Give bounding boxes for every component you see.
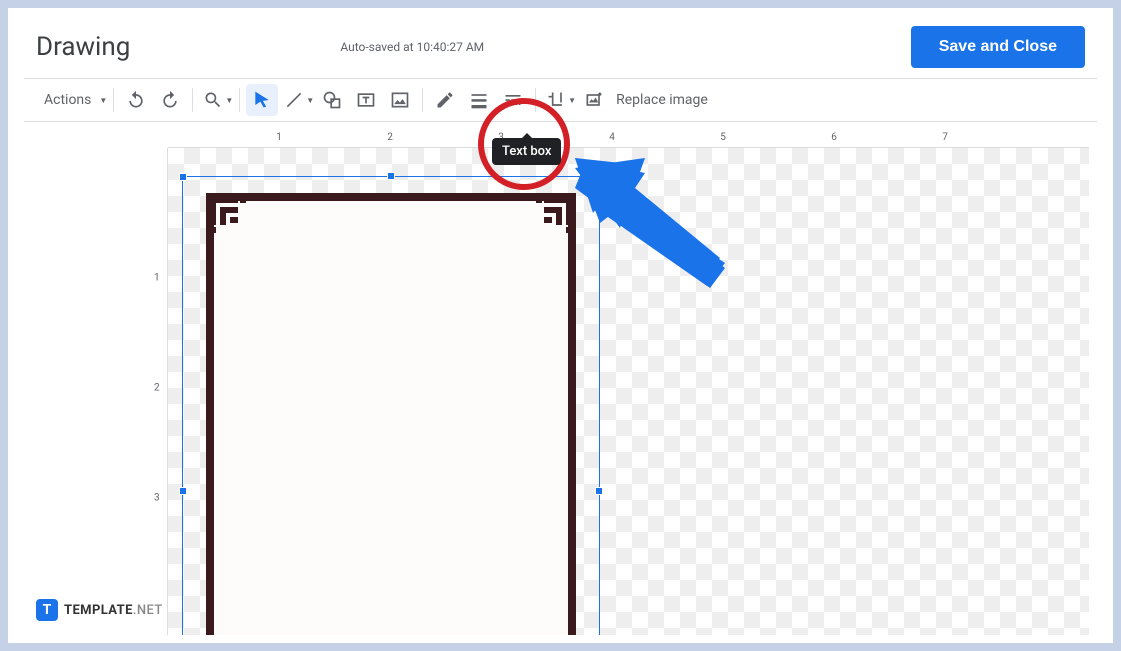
textbox-icon bbox=[356, 90, 376, 110]
image-tool-button[interactable] bbox=[384, 84, 416, 116]
shape-icon bbox=[322, 90, 342, 110]
line-icon bbox=[284, 90, 304, 110]
watermark-brand: TEMPLATE bbox=[64, 603, 133, 618]
resize-handle-tm[interactable] bbox=[387, 172, 395, 180]
textbox-tool-button[interactable] bbox=[350, 84, 382, 116]
chevron-down-icon: ▼ bbox=[99, 96, 107, 105]
ruler-tick: 1 bbox=[276, 132, 282, 143]
ruler-tick: 7 bbox=[942, 132, 948, 143]
ruler-tick: 4 bbox=[609, 132, 615, 143]
frame-corner-ornament bbox=[210, 197, 254, 241]
inserted-border-frame-image[interactable] bbox=[206, 193, 576, 635]
toolbar-separator bbox=[113, 88, 114, 112]
horizontal-ruler: 1 2 3 4 5 6 7 bbox=[168, 130, 1089, 148]
select-tool-button[interactable] bbox=[246, 84, 278, 116]
undo-icon bbox=[126, 90, 146, 110]
redo-button[interactable] bbox=[154, 84, 186, 116]
ruler-tick: 6 bbox=[831, 132, 837, 143]
border-color-button[interactable] bbox=[429, 84, 461, 116]
watermark-tld: .NET bbox=[133, 603, 163, 618]
reset-image-button[interactable] bbox=[578, 84, 610, 116]
resize-handle-tl[interactable] bbox=[179, 173, 187, 181]
resize-handle-mr[interactable] bbox=[595, 487, 603, 495]
ruler-tick: 2 bbox=[154, 383, 160, 394]
shape-tool-button[interactable] bbox=[316, 84, 348, 116]
zoom-icon bbox=[203, 90, 223, 110]
save-and-close-button[interactable]: Save and Close bbox=[911, 26, 1085, 68]
actions-label: Actions bbox=[38, 92, 97, 108]
chevron-down-icon: ▼ bbox=[568, 96, 576, 105]
chevron-down-icon: ▼ bbox=[306, 96, 314, 105]
annotation-blue-arrow bbox=[575, 158, 745, 308]
frame-corner-ornament bbox=[528, 197, 572, 241]
ruler-tick: 1 bbox=[154, 273, 160, 284]
select-arrow-icon bbox=[252, 90, 272, 110]
undo-button[interactable] bbox=[120, 84, 152, 116]
image-icon bbox=[390, 90, 410, 110]
resize-handle-ml[interactable] bbox=[179, 487, 187, 495]
ruler-tick: 3 bbox=[154, 493, 160, 504]
vertical-ruler: 1 2 3 bbox=[150, 148, 168, 635]
reset-image-icon bbox=[584, 90, 604, 110]
border-weight-icon bbox=[469, 90, 489, 110]
template-logo-icon: T bbox=[36, 599, 58, 621]
toolbar-separator bbox=[192, 88, 193, 112]
replace-image-label[interactable]: Replace image bbox=[612, 92, 708, 108]
template-net-watermark: T TEMPLATE.NET bbox=[36, 599, 163, 621]
chevron-down-icon: ▼ bbox=[225, 96, 233, 105]
actions-menu[interactable]: Actions ▼ bbox=[34, 84, 107, 116]
tooltip-textbox: Text box bbox=[492, 138, 561, 165]
zoom-menu[interactable]: ▼ bbox=[199, 84, 233, 116]
autosave-status: Auto-saved at 10:40:27 AM bbox=[170, 40, 910, 54]
dialog-title: Drawing bbox=[36, 32, 130, 62]
redo-icon bbox=[160, 90, 180, 110]
ruler-tick: 2 bbox=[387, 132, 393, 143]
template-brand-text: TEMPLATE.NET bbox=[64, 603, 163, 618]
toolbar-separator bbox=[422, 88, 423, 112]
toolbar-separator bbox=[239, 88, 240, 112]
pencil-icon bbox=[435, 90, 455, 110]
line-tool-button[interactable]: ▼ bbox=[280, 84, 314, 116]
dialog-header: Drawing Auto-saved at 10:40:27 AM Save a… bbox=[8, 8, 1113, 78]
ruler-tick: 5 bbox=[720, 132, 726, 143]
